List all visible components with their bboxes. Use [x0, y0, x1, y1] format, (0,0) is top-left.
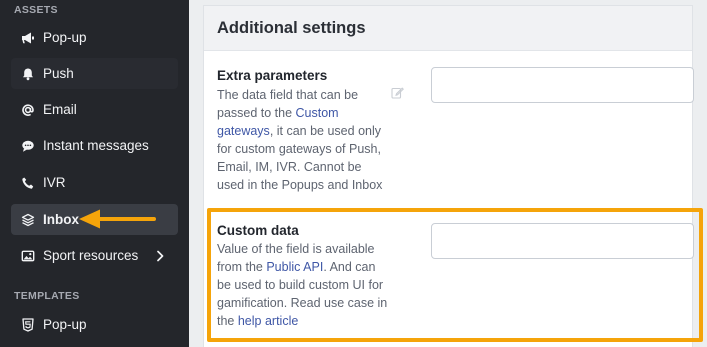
annotation-arrow-icon	[79, 209, 156, 229]
assets-section-label: ASSETS	[14, 4, 58, 16]
sidebar-item-sport-resources[interactable]: Sport resources	[11, 240, 178, 271]
phone-icon	[21, 176, 35, 190]
layers-icon	[21, 213, 35, 227]
at-sign-icon	[21, 103, 35, 117]
sidebar-item-ivr[interactable]: IVR	[11, 167, 178, 198]
sidebar-item-label: Email	[43, 102, 77, 117]
megaphone-icon	[21, 31, 35, 45]
templates-section-label: TEMPLATES	[14, 290, 80, 302]
extra-parameters-title: Extra parameters	[217, 68, 328, 83]
sidebar-item-label: IVR	[43, 175, 66, 190]
card-title: Additional settings	[217, 18, 366, 37]
additional-settings-card: Additional settings Extra parameters The…	[203, 5, 703, 347]
edit-icon[interactable]	[391, 86, 404, 104]
sidebar-item-instant-messages[interactable]: Instant messages	[11, 130, 178, 161]
custom-data-input[interactable]	[431, 223, 694, 259]
sidebar-item-popup[interactable]: Pop-up	[11, 22, 178, 53]
custom-data-title: Custom data	[217, 223, 299, 238]
card-header: Additional settings	[204, 6, 692, 51]
bell-icon	[21, 67, 35, 81]
extra-parameters-description: The data field that can be passed to the…	[217, 86, 392, 194]
sidebar: ASSETS Pop-up Push Email Instant message…	[0, 0, 189, 347]
html5-icon	[21, 317, 35, 332]
sidebar-item-label: Sport resources	[43, 248, 139, 263]
sidebar-item-label: Pop-up	[43, 317, 87, 332]
custom-data-description: Value of the field is available from the…	[217, 240, 392, 330]
sidebar-item-template-popup[interactable]: Pop-up	[11, 309, 178, 340]
sidebar-item-label: Inbox	[43, 212, 79, 227]
sidebar-item-label: Pop-up	[43, 30, 87, 45]
sidebar-item-label: Push	[43, 66, 74, 81]
sidebar-item-email[interactable]: Email	[11, 94, 178, 125]
extra-parameters-input[interactable]	[431, 67, 694, 103]
main-content: Additional settings Extra parameters The…	[189, 0, 707, 347]
sidebar-item-push[interactable]: Push	[11, 58, 178, 89]
sidebar-item-label: Instant messages	[43, 138, 149, 153]
image-icon	[21, 249, 35, 263]
help-article-link[interactable]: help article	[238, 314, 298, 328]
chevron-right-icon	[156, 249, 164, 267]
public-api-link[interactable]: Public API	[266, 260, 323, 274]
chat-bubble-icon	[21, 139, 35, 153]
